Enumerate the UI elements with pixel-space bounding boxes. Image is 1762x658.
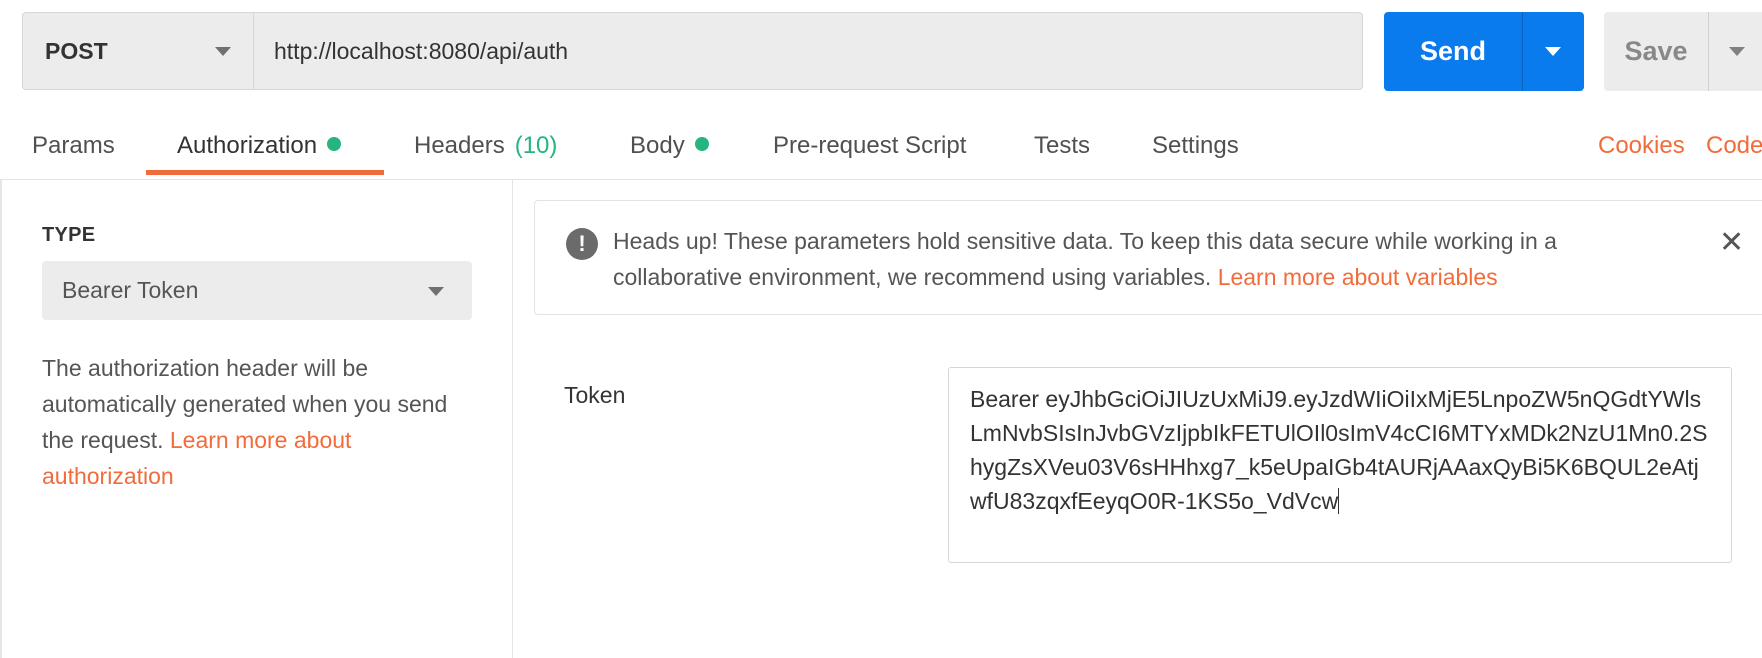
tab-label: Pre-request Script xyxy=(773,132,967,159)
warning-icon: ! xyxy=(566,228,598,260)
tab-label: Settings xyxy=(1152,132,1239,159)
token-input[interactable]: Bearer eyJhbGciOiJIUzUxMiJ9.eyJzdWIiOiIx… xyxy=(948,367,1732,563)
alert-message: Heads up! These parameters hold sensitiv… xyxy=(613,223,1633,295)
save-options-chevron-icon[interactable] xyxy=(1709,12,1762,91)
send-button[interactable]: Send xyxy=(1384,12,1522,91)
code-link[interactable]: Code xyxy=(1706,132,1762,160)
auth-help-text: The authorization header will be automat… xyxy=(42,350,472,494)
save-button-group: Save xyxy=(1604,12,1762,91)
send-button-group: Send xyxy=(1384,12,1584,91)
active-tab-indicator xyxy=(146,170,384,175)
learn-more-variables-link[interactable]: Learn more about variables xyxy=(1218,264,1498,290)
url-text: http://localhost:8080/api/auth xyxy=(274,37,569,64)
tab-label: Tests xyxy=(1034,132,1091,159)
headers-count: (10) xyxy=(514,132,558,159)
status-dot-icon xyxy=(694,137,709,151)
save-button[interactable]: Save xyxy=(1604,12,1708,91)
chevron-down-icon xyxy=(215,47,231,56)
tab-label: Body xyxy=(630,132,685,159)
close-icon[interactable]: ✕ xyxy=(1719,228,1744,258)
send-options-chevron-icon[interactable] xyxy=(1523,12,1584,91)
tab-headers[interactable]: Headers (10) xyxy=(414,132,557,160)
tab-authorization[interactable]: Authorization xyxy=(177,132,342,160)
tab-tests[interactable]: Tests xyxy=(1034,132,1090,160)
tab-body[interactable]: Body xyxy=(630,132,709,160)
method-select[interactable]: POST xyxy=(22,12,254,90)
method-label: POST xyxy=(45,37,108,64)
request-tabs: Params Authorization Headers (10) Body Pr… xyxy=(0,110,1762,180)
auth-type-value: Bearer Token xyxy=(62,277,199,303)
cookies-link[interactable]: Cookies xyxy=(1598,132,1685,160)
status-dot-icon xyxy=(327,137,342,151)
url-input[interactable]: http://localhost:8080/api/auth xyxy=(253,12,1363,90)
sensitive-data-alert: ! Heads up! These parameters hold sensit… xyxy=(534,200,1762,315)
auth-type-heading: TYPE xyxy=(42,224,96,246)
tab-pre-request-script[interactable]: Pre-request Script xyxy=(773,132,966,160)
tab-settings[interactable]: Settings xyxy=(1152,132,1239,160)
tab-label: Authorization xyxy=(177,132,318,159)
tab-label: Params xyxy=(32,132,115,159)
token-label: Token xyxy=(564,382,626,408)
tab-params[interactable]: Params xyxy=(32,132,115,160)
left-edge-divider xyxy=(0,180,2,658)
auth-type-select[interactable]: Bearer Token xyxy=(42,261,472,320)
tab-label: Headers xyxy=(414,132,505,159)
panel-divider xyxy=(512,180,513,658)
text-cursor xyxy=(1338,488,1340,514)
